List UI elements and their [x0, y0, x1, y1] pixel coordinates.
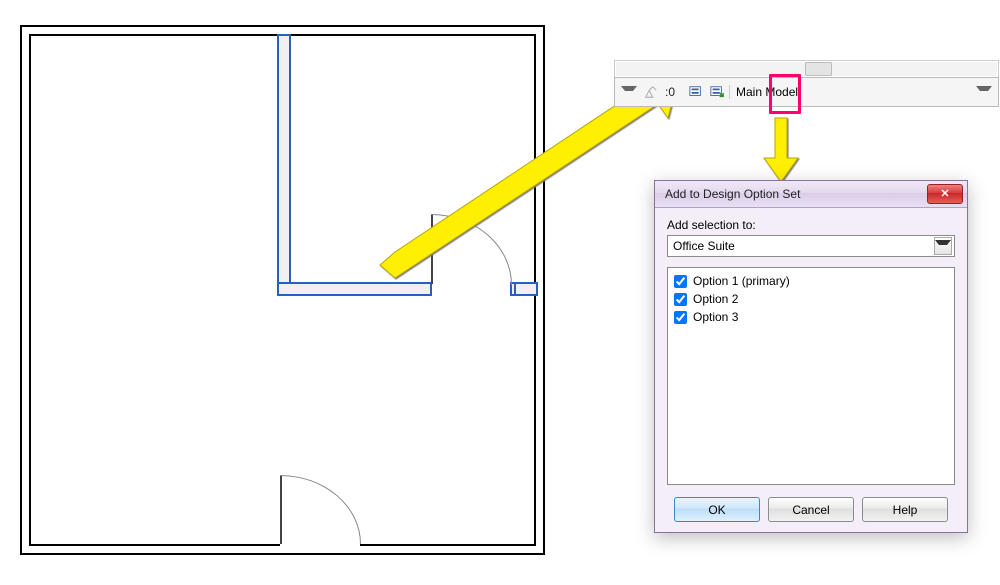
dialog-title-text: Add to Design Option Set	[665, 187, 800, 201]
close-icon: ✕	[940, 189, 949, 200]
design-options-toolbar: :0 Main Model	[614, 77, 999, 107]
editable-only-icon	[642, 83, 660, 101]
list-item[interactable]: Option 1 (primary)	[674, 272, 948, 290]
active-design-option-value: Main Model	[736, 85, 798, 99]
scroll-thumb[interactable]	[805, 62, 832, 76]
dialog-titlebar[interactable]: Add to Design Option Set ✕	[655, 181, 967, 208]
combobox-dropdown-button[interactable]	[934, 237, 952, 255]
chevron-down-icon	[935, 240, 951, 253]
ok-button[interactable]: OK	[674, 497, 760, 522]
add-to-design-option-set-dialog: Add to Design Option Set ✕ Add selection…	[654, 180, 968, 533]
option-label: Option 3	[693, 310, 738, 324]
option-label: Option 1 (primary)	[693, 274, 790, 288]
option-checkbox[interactable]	[674, 275, 687, 288]
help-button-label: Help	[893, 503, 918, 517]
list-item[interactable]: Option 2	[674, 290, 948, 308]
add-selection-to-label: Add selection to:	[667, 218, 955, 232]
active-design-option-dropdown-icon[interactable]	[976, 86, 992, 99]
floor-plan-view[interactable]	[20, 25, 545, 555]
cancel-button[interactable]: Cancel	[768, 497, 854, 522]
horizontal-scrollbar[interactable]	[614, 60, 999, 77]
ok-button-label: OK	[708, 503, 725, 517]
help-button[interactable]: Help	[862, 497, 948, 522]
design-options-icon[interactable]	[687, 83, 705, 101]
options-list[interactable]: Option 1 (primary) Option 2 Option 3	[667, 267, 955, 485]
dialog-button-row: OK Cancel Help	[655, 489, 967, 532]
active-design-option-field[interactable]: Main Model	[729, 85, 994, 99]
close-button[interactable]: ✕	[927, 184, 963, 204]
selected-wall-vertical[interactable]	[277, 34, 291, 296]
option-checkbox[interactable]	[674, 293, 687, 306]
option-set-combobox[interactable]: Office Suite	[667, 235, 955, 257]
selection-count-label: :0	[665, 85, 675, 99]
option-set-value: Office Suite	[673, 239, 934, 253]
option-checkbox[interactable]	[674, 311, 687, 324]
selected-wall-horizontal-end[interactable]	[514, 282, 538, 296]
cancel-button-label: Cancel	[792, 503, 829, 517]
status-bar-fragment: :0 Main Model	[614, 60, 999, 107]
add-to-design-option-set-icon[interactable]	[708, 83, 726, 101]
list-item[interactable]: Option 3	[674, 308, 948, 326]
toolbar-dropdown-icon[interactable]	[621, 86, 637, 99]
option-label: Option 2	[693, 292, 738, 306]
